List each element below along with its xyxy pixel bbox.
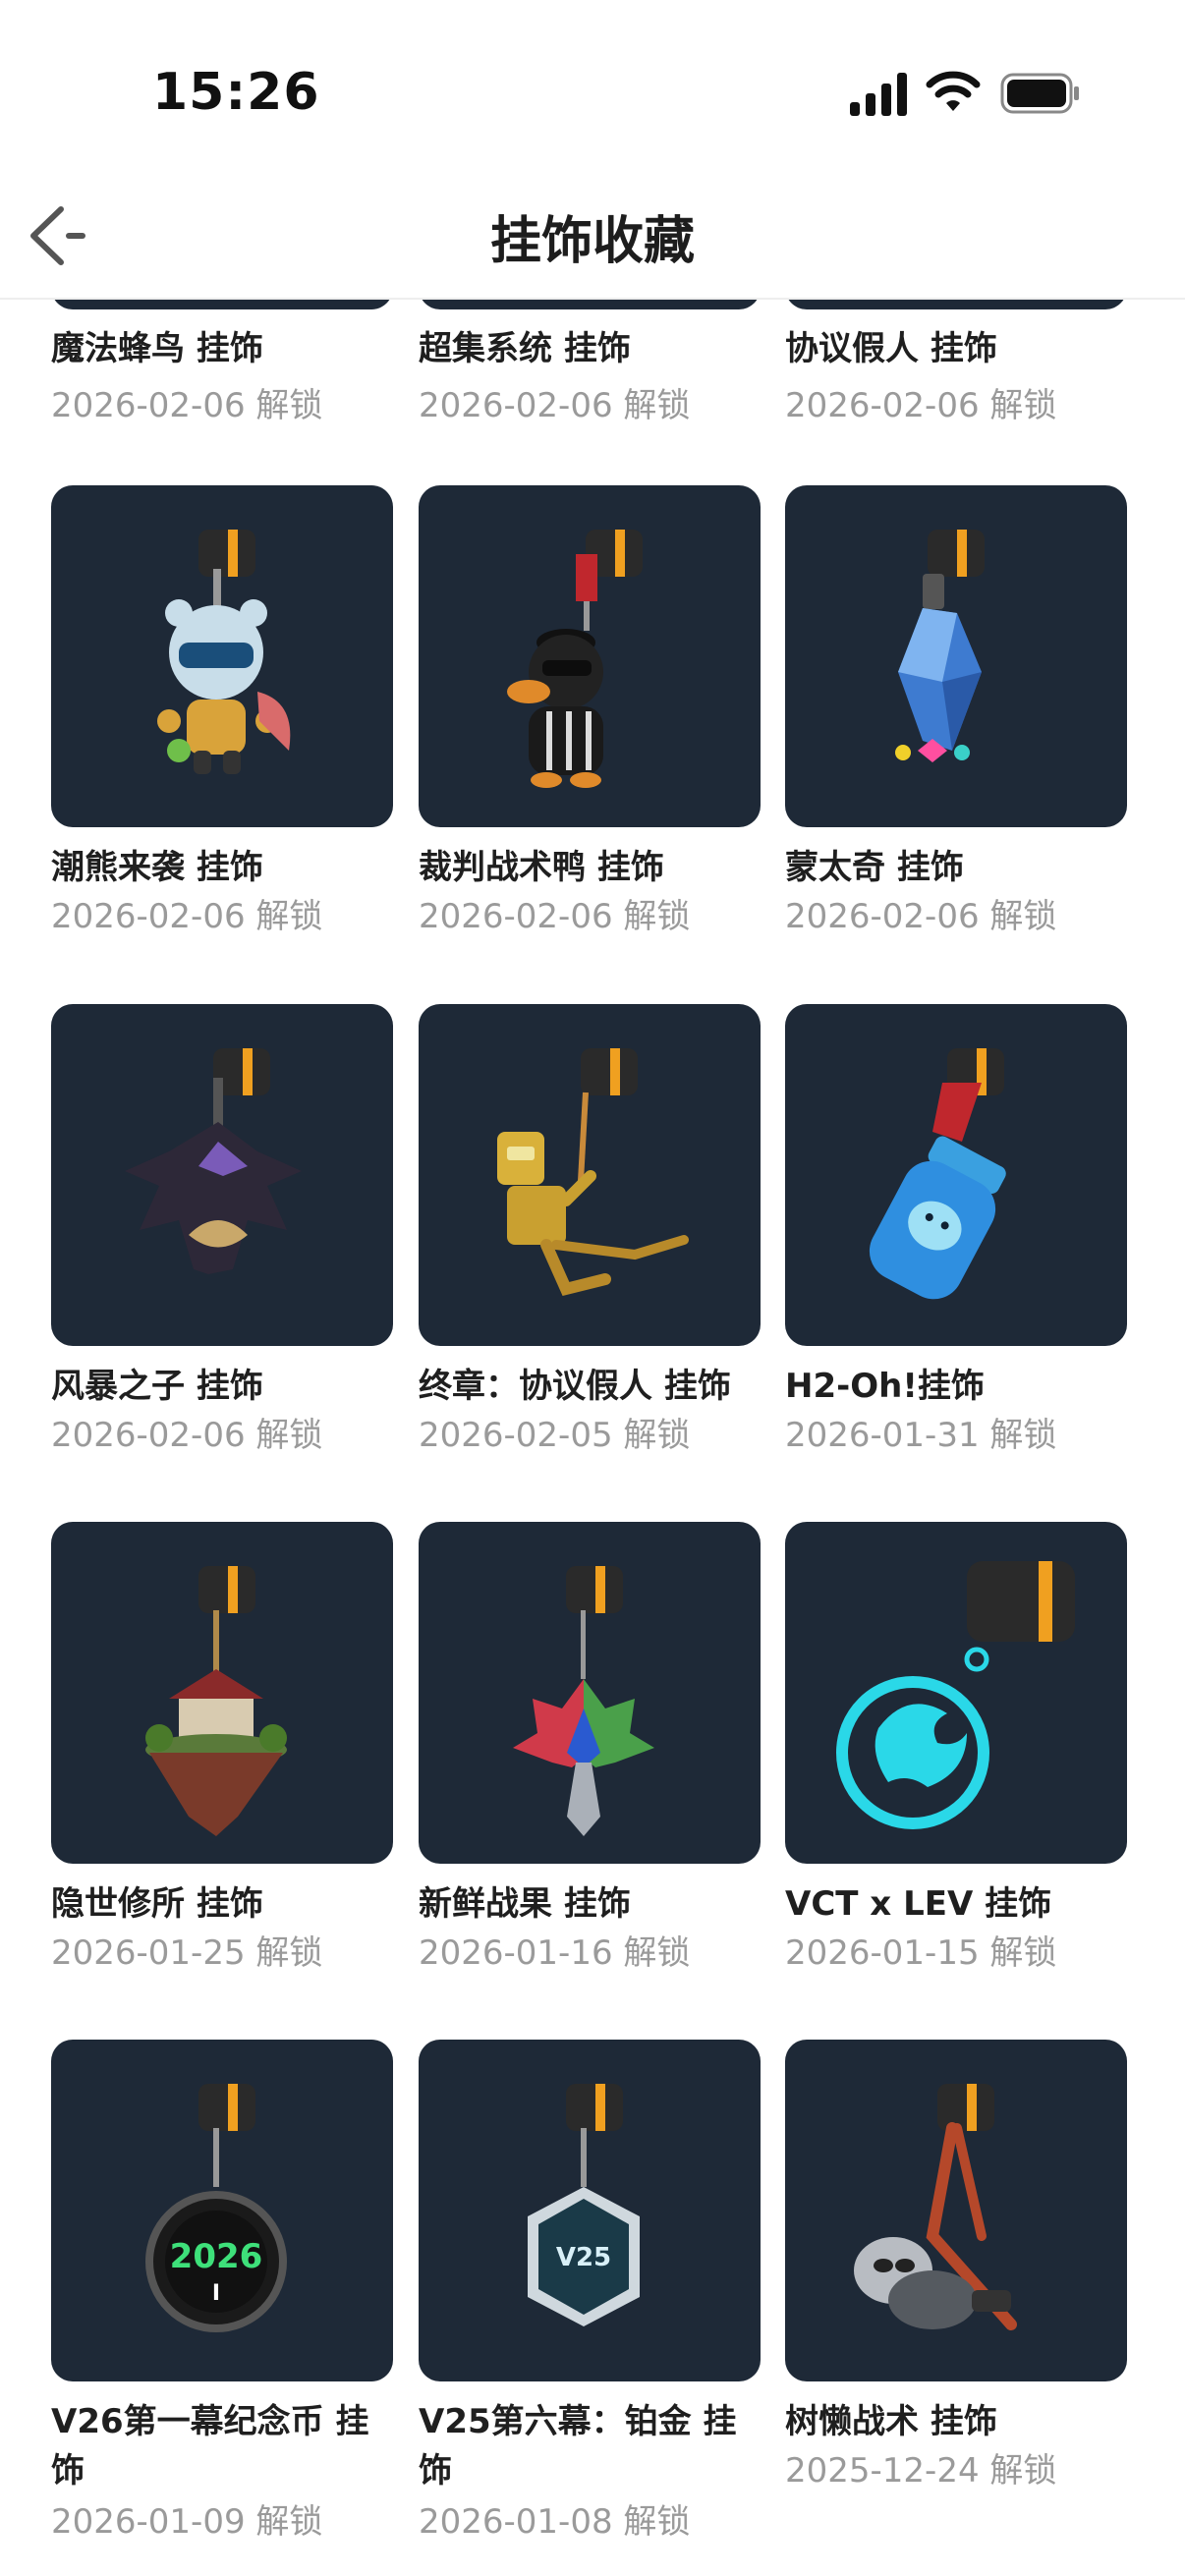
item-name: 风暴之子 挂饰	[51, 1367, 263, 1406]
status-time: 15:26	[152, 63, 320, 122]
platinum-badge-icon: V25	[528, 2084, 640, 2326]
floating-island-icon	[145, 1566, 287, 1836]
item-name: 超集系统 挂饰	[419, 329, 631, 368]
coin-2026-icon: 2026 I	[145, 2084, 287, 2332]
item-date: 2026-02-06 解锁	[785, 897, 1057, 936]
item-date: 2026-01-31 解锁	[785, 1416, 1057, 1455]
item-date: 2026-02-06 解锁	[785, 386, 1057, 425]
item-date: 2026-01-09 解锁	[51, 2502, 323, 2542]
item-thumbnail[interactable]	[419, 485, 761, 827]
item-name: 魔法蜂鸟 挂饰	[51, 329, 263, 368]
item-name: VCT x LEV 挂饰	[785, 1884, 1052, 1924]
item-date: 2026-02-06 解锁	[51, 1416, 323, 1455]
item-name: 协议假人 挂饰	[785, 329, 997, 368]
item-name: V26第一幕纪念币 挂饰	[51, 2402, 369, 2491]
nav-header: 挂饰收藏	[0, 172, 1185, 300]
battery-icon	[1000, 73, 1079, 114]
item-thumbnail[interactable]	[51, 485, 393, 827]
referee-duck-icon	[507, 530, 643, 788]
item-thumbnail[interactable]	[785, 2040, 1127, 2381]
item-date: 2026-02-06 解锁	[419, 897, 691, 936]
leaf-icon	[513, 1566, 654, 1836]
item-date: 2026-01-25 解锁	[51, 1933, 323, 1973]
bear-astronaut-icon	[157, 530, 291, 774]
wifi-icon	[926, 71, 981, 111]
badge-label: V25	[556, 2243, 611, 2272]
item-date: 2026-01-08 解锁	[419, 2502, 691, 2542]
item-name: 裁判战术鸭 挂饰	[419, 848, 664, 887]
item-thumbnail[interactable]	[785, 485, 1127, 827]
item-name: 终章：协议假人 挂饰	[419, 1367, 731, 1406]
item-date: 2026-01-15 解锁	[785, 1933, 1057, 1973]
coin-year-label: 2026	[170, 2237, 263, 2276]
item-thumbnail[interactable]: 2026 I	[51, 2040, 393, 2381]
item-thumbnail[interactable]	[785, 1522, 1127, 1864]
item-date: 2026-02-06 解锁	[51, 386, 323, 425]
item-thumbnail[interactable]	[419, 1004, 761, 1346]
sloth-icon	[854, 2084, 1017, 2330]
item-name: 树懒战术 挂饰	[785, 2402, 997, 2441]
storm-mask-icon	[125, 1048, 302, 1274]
item-thumbnail[interactable]	[51, 1004, 393, 1346]
item-date: 2026-02-05 解锁	[419, 1416, 691, 1455]
item-name: H2-Oh!挂饰	[785, 1367, 985, 1406]
item-name: 潮熊来袭 挂饰	[51, 848, 263, 887]
item-date: 2026-02-06 解锁	[51, 897, 323, 936]
water-bottle-icon	[869, 1048, 1006, 1300]
item-name: 新鲜战果 挂饰	[419, 1884, 631, 1924]
item-date: 2025-12-24 解锁	[785, 2451, 1057, 2491]
cellular-signal-icon	[850, 73, 907, 116]
item-name: 蒙太奇 挂饰	[785, 848, 964, 887]
crystal-icon	[895, 530, 985, 762]
page-title: 挂饰收藏	[489, 212, 695, 271]
item-thumbnail[interactable]	[51, 1522, 393, 1864]
status-bar: 15:26	[0, 0, 1185, 147]
item-thumbnail[interactable]: V25	[419, 2040, 761, 2381]
item-name: V25第六幕：铂金 挂饰	[419, 2402, 737, 2491]
golden-robot-icon	[497, 1048, 689, 1297]
item-date: 2026-02-06 解锁	[419, 386, 691, 425]
item-date: 2026-01-16 解锁	[419, 1933, 691, 1973]
coin-act-label: I	[212, 2281, 220, 2306]
item-thumbnail[interactable]	[419, 1522, 761, 1864]
dragon-emblem-icon	[836, 1561, 1075, 1829]
item-name: 隐世修所 挂饰	[51, 1884, 263, 1924]
item-thumbnail[interactable]	[785, 1004, 1127, 1346]
